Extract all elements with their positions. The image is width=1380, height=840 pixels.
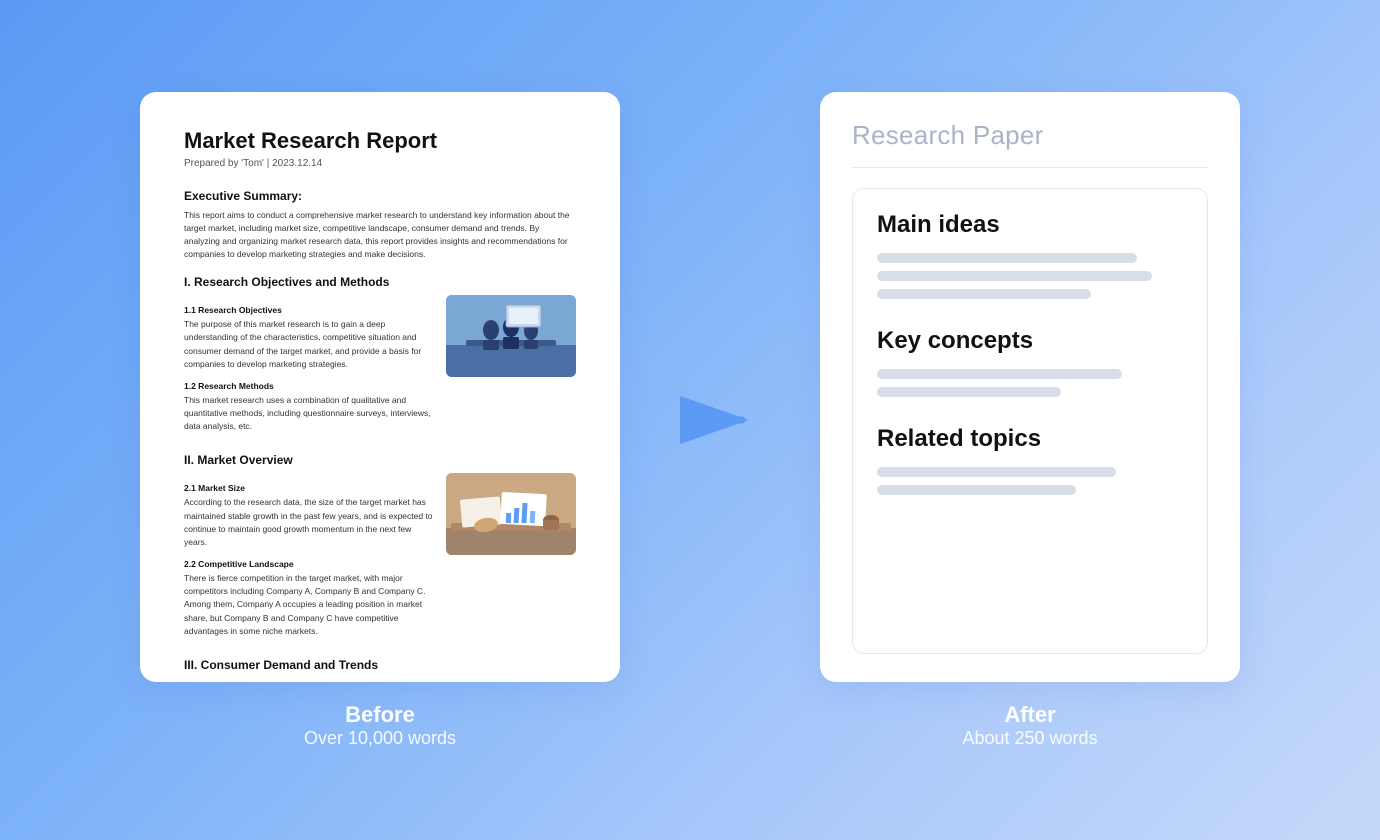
after-label: After (962, 702, 1097, 728)
right-panel: Research Paper Main ideas Key concepts R… (820, 92, 1240, 749)
key-concepts-heading: Key concepts (877, 327, 1183, 355)
exec-summary-title: Executive Summary: (184, 189, 576, 203)
main-container: Market Research Report Prepared by 'Tom'… (0, 92, 1380, 749)
sub1-2-title: 1.2 Research Methods (184, 381, 434, 391)
main-ideas-heading: Main ideas (877, 211, 1183, 239)
after-label-container: After About 250 words (962, 702, 1097, 749)
left-panel: Market Research Report Prepared by 'Tom'… (140, 92, 620, 749)
main-ideas-line-1 (877, 253, 1137, 263)
section2-content: 2.1 Market Size According to the researc… (184, 473, 576, 644)
main-ideas-line-3 (877, 289, 1091, 299)
sub2-1-title: 2.1 Market Size (184, 483, 434, 493)
gap-1 (877, 307, 1183, 327)
exec-summary-body: This report aims to conduct a comprehens… (184, 209, 576, 262)
before-sub-label: Over 10,000 words (304, 728, 456, 749)
document-card: Market Research Report Prepared by 'Tom'… (140, 92, 620, 682)
research-card: Research Paper Main ideas Key concepts R… (820, 92, 1240, 682)
after-sub-label: About 250 words (962, 728, 1097, 749)
gap-2 (877, 405, 1183, 425)
sub1-2-body: This market research uses a combination … (184, 394, 434, 434)
desk-image (446, 473, 576, 555)
section1-content: 1.1 Research Objectives The purpose of t… (184, 295, 576, 439)
sub1-1-title: 1.1 Research Objectives (184, 305, 434, 315)
inner-card: Main ideas Key concepts Related topics (852, 188, 1208, 654)
doc-title: Market Research Report (184, 128, 576, 154)
before-label: Before (304, 702, 456, 728)
section1-text: 1.1 Research Objectives The purpose of t… (184, 295, 434, 439)
section3-title: III. Consumer Demand and Trends (184, 658, 576, 672)
related-topics-line-2 (877, 485, 1076, 495)
key-concepts-line-1 (877, 369, 1122, 379)
section2-title: II. Market Overview (184, 453, 576, 467)
section1-title: I. Research Objectives and Methods (184, 275, 576, 289)
sub2-1-body: According to the research data, the size… (184, 496, 434, 549)
arrow-icon (680, 390, 760, 450)
office-image (446, 295, 576, 377)
sub2-2-title: 2.2 Competitive Landscape (184, 559, 434, 569)
section2-text: 2.1 Market Size According to the researc… (184, 473, 434, 644)
card-divider (852, 167, 1208, 169)
related-topics-heading: Related topics (877, 425, 1183, 453)
sub2-2-body: There is fierce competition in the targe… (184, 572, 434, 638)
key-concepts-line-2 (877, 387, 1061, 397)
sub1-1-body: The purpose of this market research is t… (184, 318, 434, 371)
related-topics-line-1 (877, 467, 1116, 477)
doc-meta: Prepared by 'Tom' | 2023.12.14 (184, 158, 576, 169)
arrow-container (680, 390, 760, 450)
research-paper-title: Research Paper (852, 120, 1208, 151)
before-label-container: Before Over 10,000 words (304, 702, 456, 749)
main-ideas-line-2 (877, 271, 1152, 281)
